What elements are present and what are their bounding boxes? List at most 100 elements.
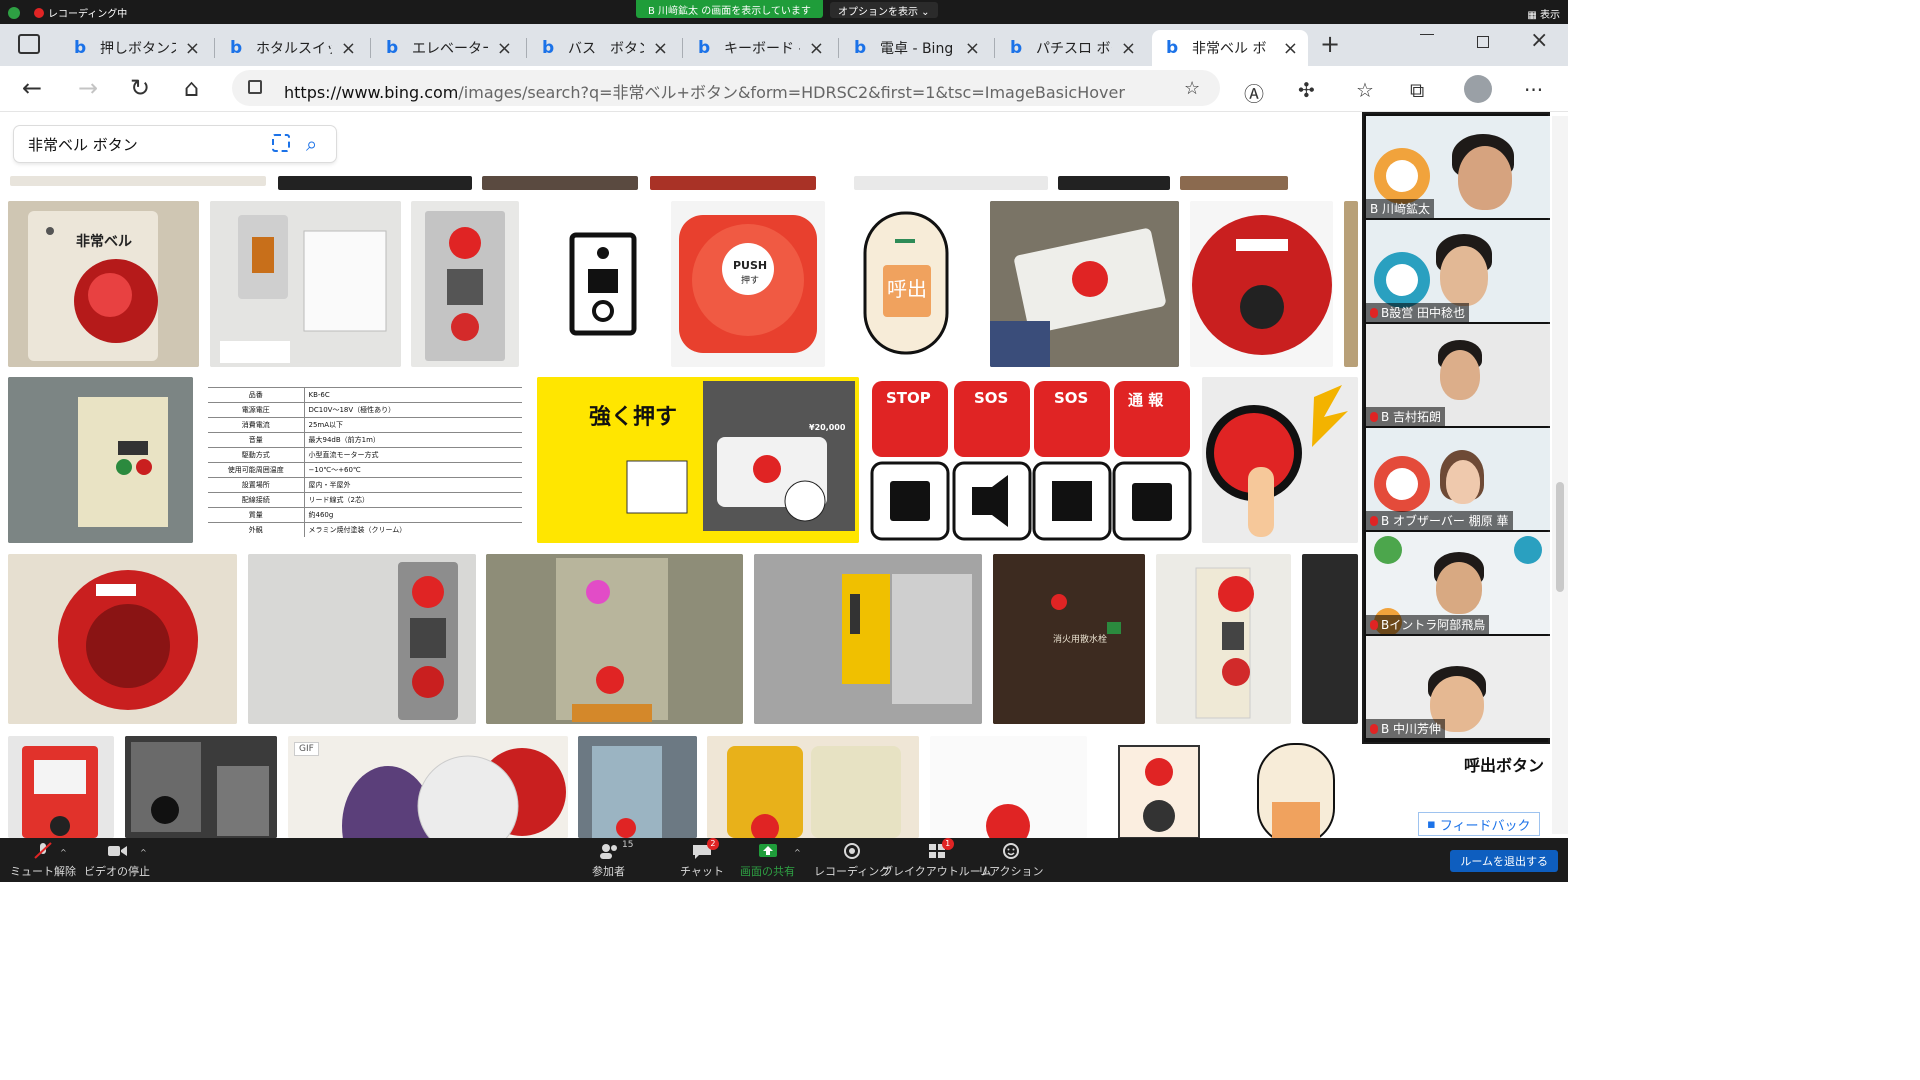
image-result-hands-bell[interactable] <box>990 201 1179 367</box>
image-result-bell-wall[interactable]: 非常ベル <box>8 201 199 367</box>
close-icon[interactable]: × <box>1283 38 1298 59</box>
image-result-control-box[interactable] <box>8 377 193 543</box>
image-result-call-button-2[interactable] <box>1234 736 1358 838</box>
spec-row: 電源電圧 DC10V〜18V（極性あり） <box>208 402 522 418</box>
view-options-button[interactable]: オプションを表示 ⌄ <box>830 2 938 18</box>
chat-button[interactable]: 2 チャット <box>680 838 724 879</box>
tab-actions-icon[interactable] <box>18 34 40 54</box>
record-button[interactable]: レコーディング <box>814 842 890 879</box>
tab-7[interactable]: b パチスロ ボタ × <box>996 30 1146 66</box>
video-tile[interactable]: B設営 田中稔也 <box>1366 220 1550 322</box>
image-result[interactable] <box>1344 201 1358 367</box>
image-result[interactable] <box>1302 554 1358 724</box>
close-icon[interactable]: × <box>653 38 668 59</box>
tab-6[interactable]: b 電卓 - Bing × <box>840 30 990 66</box>
share-screen-button[interactable]: 画面の共有 <box>740 842 795 879</box>
back-icon[interactable]: ← <box>22 74 42 102</box>
image-result-sanyo-unit[interactable] <box>125 736 277 838</box>
image-result-intercom[interactable] <box>8 736 114 838</box>
image-result-gif-anime[interactable]: GIF <box>288 736 568 838</box>
chevron-up-icon[interactable]: ^ <box>60 848 67 857</box>
image-result[interactable] <box>1058 176 1170 190</box>
visual-search-icon[interactable] <box>272 134 290 152</box>
search-box[interactable]: 非常ベル ボタン ⌕ <box>14 126 336 162</box>
image-result-blue-panel[interactable] <box>578 736 697 838</box>
maximize-icon[interactable] <box>1477 36 1489 48</box>
tab-4[interactable]: b バス ボタン × <box>528 30 678 66</box>
home-icon[interactable]: ⌂ <box>184 74 199 102</box>
page-scrollbar[interactable] <box>1552 116 1568 834</box>
image-result-grey-unit[interactable] <box>248 554 476 724</box>
close-icon[interactable]: × <box>809 38 824 59</box>
image-result-ampoule[interactable] <box>210 201 401 367</box>
bing-images-page: 非常ベル ボタン ⌕ 非常ベル PUSH 押す 呼出 品番 KB-6C 電源電圧… <box>0 112 1560 838</box>
image-result-wall-light[interactable] <box>1156 554 1291 724</box>
image-result[interactable] <box>278 176 472 190</box>
image-result-small-bell[interactable] <box>930 736 1087 838</box>
image-result-intercom-icon[interactable] <box>530 201 661 367</box>
video-tile[interactable]: B 川﨑鉱太 <box>1366 116 1550 218</box>
video-tile[interactable]: Bイントラ阿部飛鳥 <box>1366 532 1550 634</box>
close-icon[interactable]: × <box>965 38 980 59</box>
image-result-emergency-icons[interactable]: STOP SOS SOS 通 報 <box>868 377 1192 543</box>
feedback-button[interactable]: ▪ フィードバック <box>1418 812 1540 836</box>
view-button[interactable]: ▦ 表示 <box>1527 6 1560 21</box>
image-result-spec-table[interactable]: 品番 KB-6C 電源電圧 DC10V〜18V（極性あり） 消費電流 25mA以下 音量 最大… <box>204 377 527 543</box>
window-close-icon[interactable]: × <box>1530 28 1548 53</box>
video-tile[interactable]: B 中川芳伸 <box>1366 636 1550 738</box>
close-icon[interactable]: × <box>497 38 512 59</box>
image-result[interactable] <box>854 176 1048 190</box>
image-result-push-button[interactable]: PUSH 押す <box>671 201 825 367</box>
close-icon[interactable]: × <box>341 38 356 59</box>
more-menu-icon[interactable]: ··· <box>1524 78 1543 102</box>
address-bar[interactable]: https://www.bing.com/images/search?q=非常ベ… <box>232 70 1220 106</box>
image-result-speaker-button[interactable] <box>1097 736 1224 838</box>
reactions-button[interactable]: リアクション <box>978 842 1043 879</box>
search-input[interactable]: 非常ベル ボタン <box>28 134 138 155</box>
forward-icon[interactable]: → <box>78 74 98 102</box>
video-tile[interactable]: B 吉村拓朗 <box>1366 324 1550 426</box>
push-label: PUSH <box>733 259 768 272</box>
image-result-yellow-unit[interactable] <box>707 736 919 838</box>
image-result-round-red[interactable] <box>8 554 237 724</box>
image-result[interactable] <box>650 176 816 190</box>
image-result-call-button[interactable]: 呼出 <box>835 201 979 367</box>
tab-active[interactable]: b 非常ベル ボ × <box>1152 30 1308 66</box>
video-tile[interactable]: B オブザーバー 棚原 華 <box>1366 428 1550 530</box>
image-result-round-bell[interactable] <box>1190 201 1333 367</box>
scrollbar-thumb[interactable] <box>1556 482 1564 592</box>
image-result-strong-push-ad[interactable]: 強く押す ¥20,000 <box>537 377 859 543</box>
tab-1[interactable]: b 押しボタンス × <box>60 30 210 66</box>
image-result-finger-button[interactable] <box>1202 377 1358 543</box>
leave-room-button[interactable]: ルームを退出する <box>1450 850 1558 872</box>
refresh-icon[interactable]: ↻ <box>130 74 150 102</box>
image-result-fire-hydrant-box[interactable]: 消火用散水栓 <box>993 554 1145 724</box>
search-icon[interactable]: ⌕ <box>306 132 317 156</box>
add-favorite-icon[interactable]: ☆ <box>1184 78 1200 99</box>
image-result[interactable] <box>1180 176 1288 190</box>
participant-face <box>1458 146 1512 210</box>
image-result-gate[interactable] <box>754 554 982 724</box>
tab-5[interactable]: b キーボード - B × <box>684 30 834 66</box>
image-result[interactable] <box>10 176 266 186</box>
read-aloud-icon[interactable]: Ⓐ <box>1244 78 1264 107</box>
image-result[interactable] <box>482 176 638 190</box>
favorites-icon[interactable]: ☆ <box>1356 78 1374 102</box>
profile-avatar[interactable] <box>1464 75 1492 103</box>
close-icon[interactable]: × <box>1121 38 1136 59</box>
image-result-panel[interactable] <box>411 201 519 367</box>
chevron-up-icon[interactable]: ^ <box>794 848 801 857</box>
participant-name-text: Bイントラ阿部飛鳥 <box>1381 618 1486 632</box>
breakout-rooms-button[interactable]: 1 ブレイクアウトルーム <box>882 838 991 879</box>
chevron-up-icon[interactable]: ^ <box>140 848 147 857</box>
minimize-icon[interactable] <box>1420 34 1434 35</box>
image-result-station-panel[interactable] <box>486 554 743 724</box>
tab-2[interactable]: b ホタルスイッチ × <box>216 30 366 66</box>
new-tab-icon[interactable]: + <box>1320 30 1340 58</box>
extensions-icon[interactable]: ✣ <box>1298 78 1315 102</box>
bing-icon: b <box>386 38 399 58</box>
close-icon[interactable]: × <box>185 38 200 59</box>
participants-button[interactable]: 15 参加者 <box>592 840 634 879</box>
tab-3[interactable]: b エレベーター × <box>372 30 522 66</box>
collections-icon[interactable]: ⧉ <box>1410 78 1424 102</box>
